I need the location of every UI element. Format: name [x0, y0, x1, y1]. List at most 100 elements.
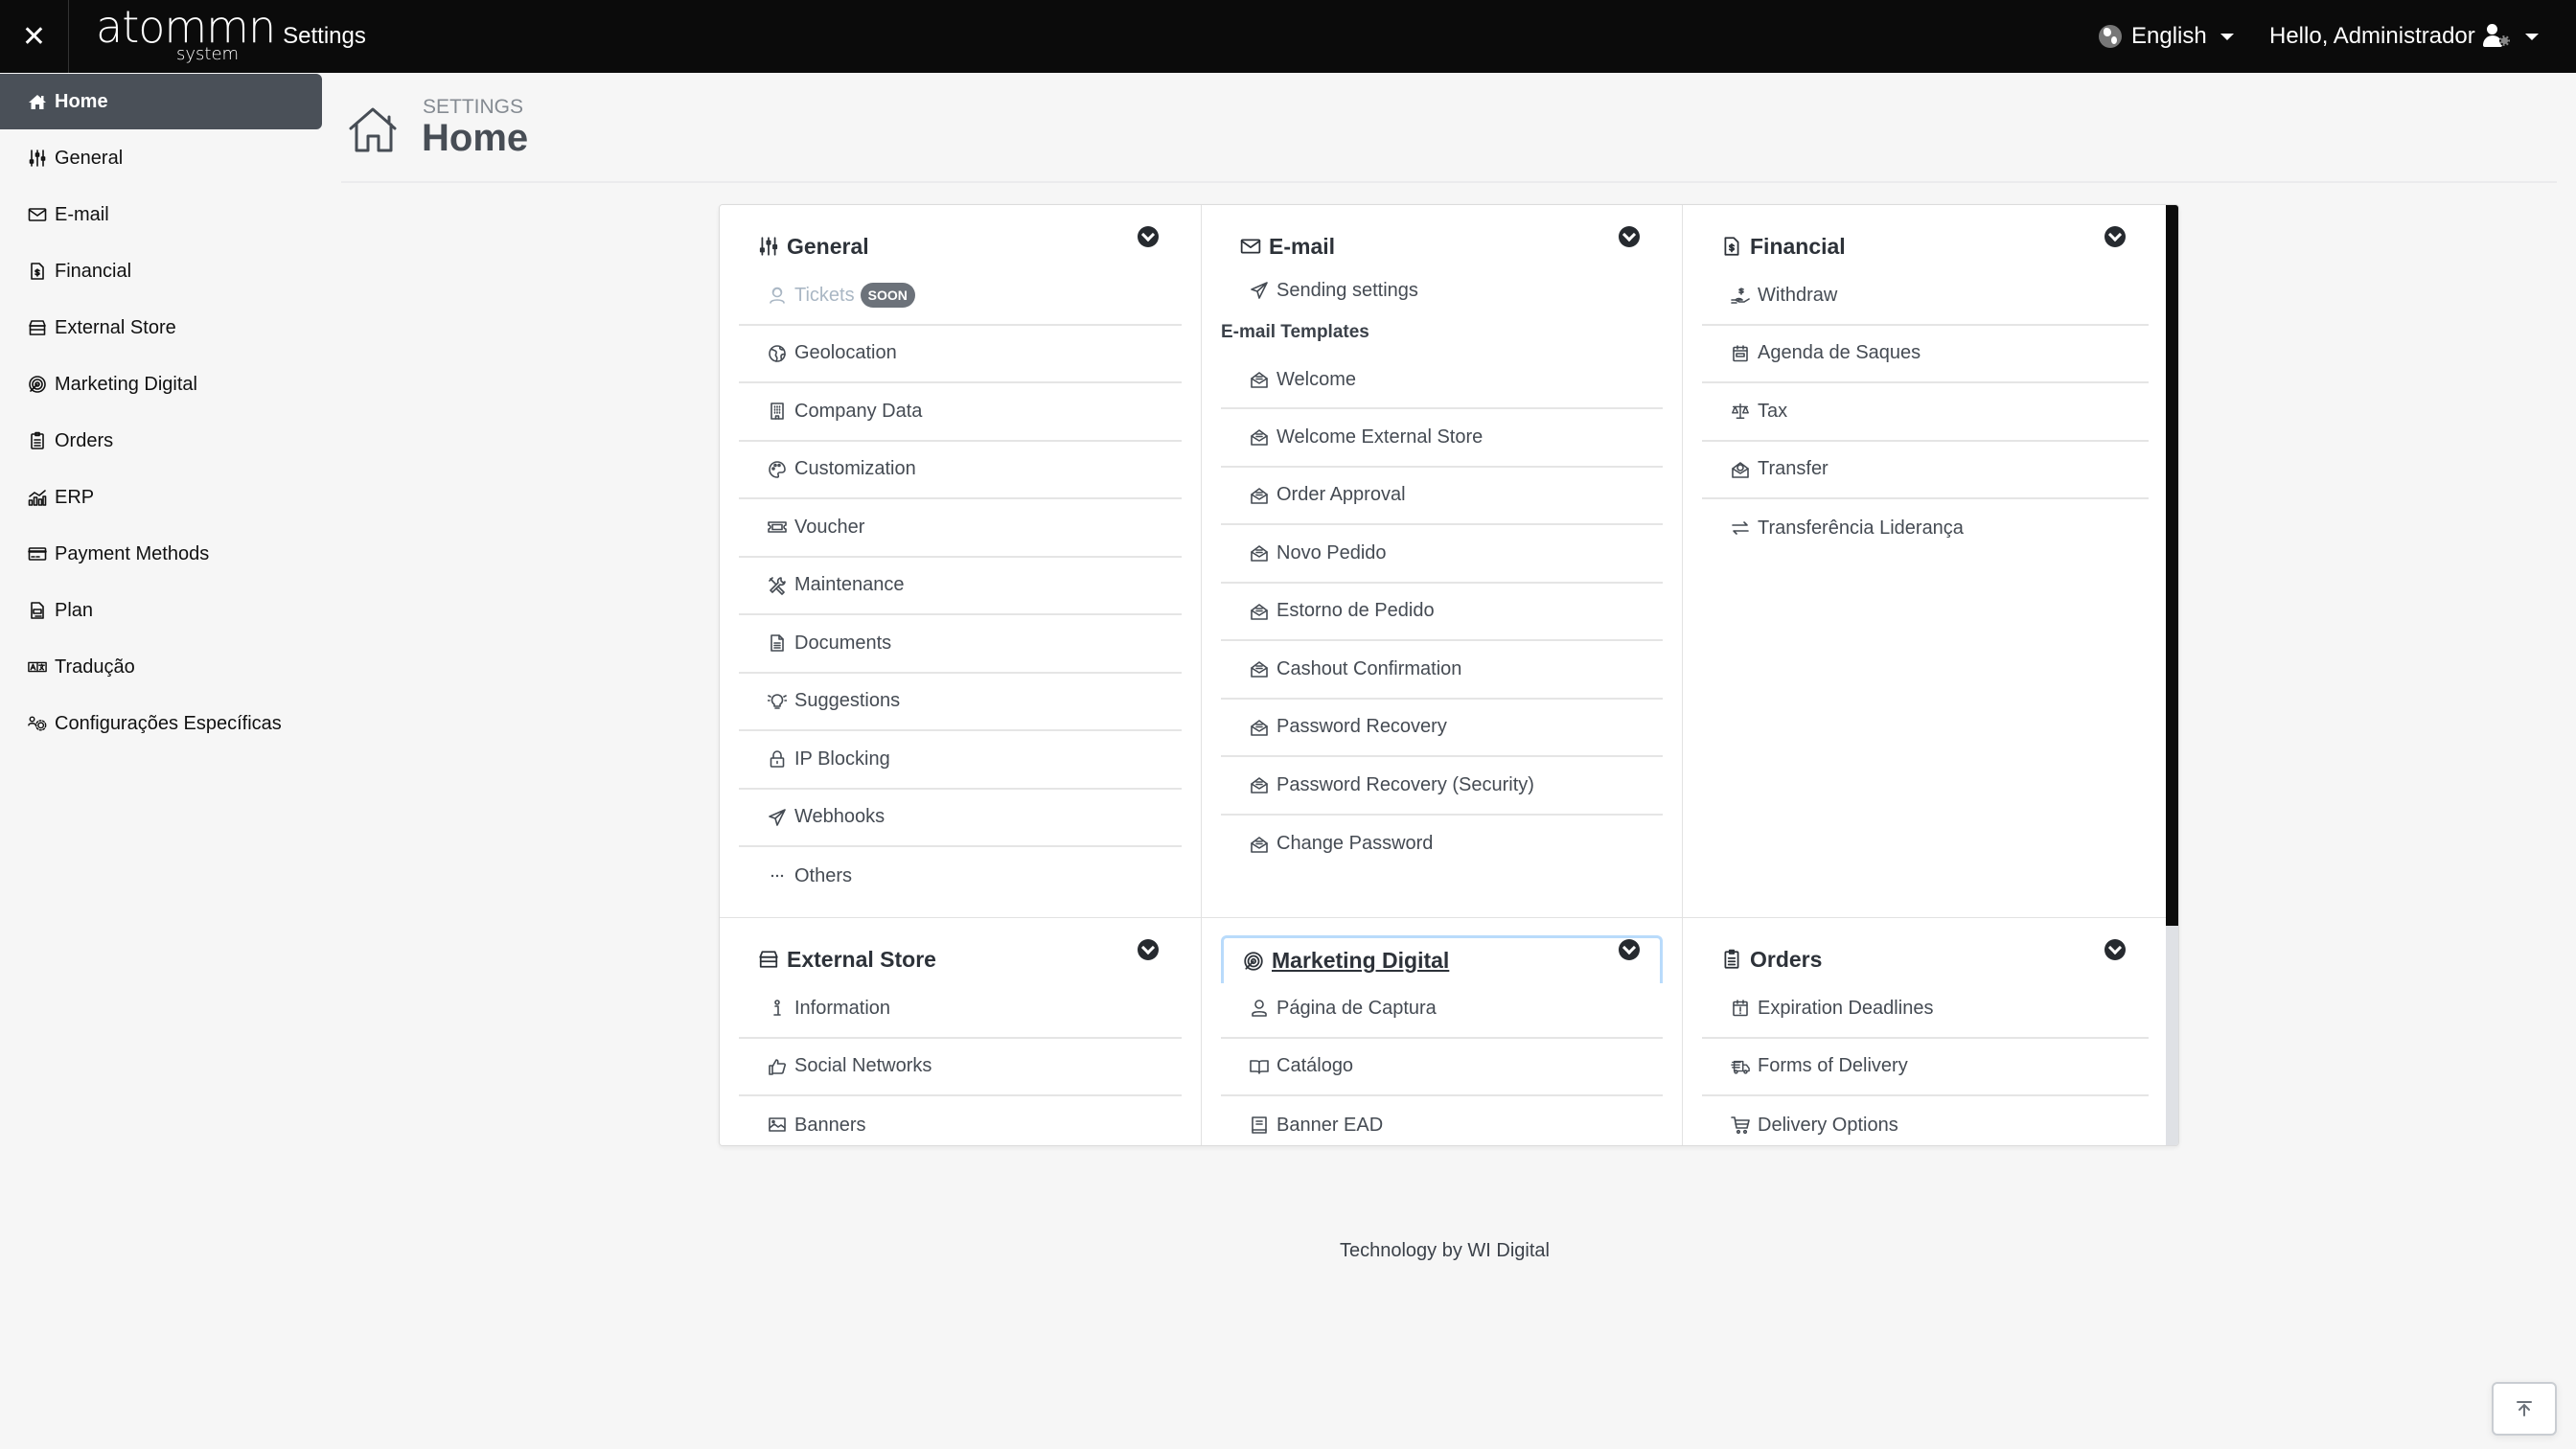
envelope-dollar-icon	[1731, 460, 1750, 479]
list-item-tickets: Tickets SOON	[739, 267, 1182, 326]
list-item-transfer[interactable]: Transfer	[1702, 442, 2149, 499]
list-item-sending-settings[interactable]: Sending settings	[1221, 267, 1663, 313]
list-item-label: Banner EAD	[1276, 1114, 1384, 1136]
card-header-external-store[interactable]: External Store	[739, 935, 1182, 983]
lightbulb-icon	[768, 692, 787, 711]
sidebar-item-label: Configurações Específicas	[55, 712, 282, 734]
list-item-suggestions[interactable]: Suggestions	[739, 674, 1182, 731]
list-item-template[interactable]: Welcome	[1221, 352, 1663, 409]
globe-icon	[768, 344, 787, 363]
card-header-email[interactable]: E-mail	[1221, 222, 1663, 270]
card-title: External Store	[787, 946, 936, 972]
list-item-voucher[interactable]: Voucher	[739, 499, 1182, 558]
sidebar-item-home[interactable]: Home	[0, 74, 322, 129]
sidebar-item-orders[interactable]: Orders	[0, 413, 322, 469]
list-item-template[interactable]: Welcome External Store	[1221, 409, 1663, 468]
list-item-maintenance[interactable]: Maintenance	[739, 558, 1182, 615]
list-item-template[interactable]: Order Approval	[1221, 468, 1663, 525]
credit-card-icon	[27, 544, 48, 564]
list-item-label: Change Password	[1276, 833, 1434, 855]
list-item-company-data[interactable]: Company Data	[739, 383, 1182, 442]
language-dropdown[interactable]: English	[2099, 0, 2234, 73]
collapse-toggle-icon[interactable]	[1138, 939, 1159, 960]
sidebar-item-payment-methods[interactable]: Payment Methods	[0, 526, 322, 582]
list-item-template[interactable]: Novo Pedido	[1221, 525, 1663, 584]
collapse-toggle-icon[interactable]	[2104, 939, 2126, 960]
card-header-marketing-digital[interactable]: Marketing Digital	[1221, 935, 1663, 983]
list-item-label: Cashout Confirmation	[1276, 657, 1462, 679]
list-item-geolocation[interactable]: Geolocation	[739, 326, 1182, 383]
list-item-withdraw[interactable]: Withdraw	[1702, 267, 2149, 326]
list-item-template[interactable]: Estorno de Pedido	[1221, 584, 1663, 641]
list-item-template[interactable]: Change Password	[1221, 816, 1663, 874]
sidebar-item-configuracoes-especificas[interactable]: Configurações Específicas	[0, 696, 322, 751]
sidebar-item-label: Tradução	[55, 656, 135, 678]
invoice-dollar-icon	[1721, 236, 1742, 257]
collapse-toggle-icon[interactable]	[1138, 226, 1159, 247]
document-icon	[27, 601, 48, 620]
list-item-label: Novo Pedido	[1276, 541, 1387, 564]
sidebar-item-external-store[interactable]: External Store	[0, 300, 322, 356]
list-item-banner-ead[interactable]: Banner EAD	[1221, 1096, 1663, 1145]
close-sidebar-button[interactable]: ✕	[0, 0, 69, 73]
list-item-others[interactable]: Others	[739, 847, 1182, 906]
list-item-documents[interactable]: Documents	[739, 615, 1182, 674]
list-item-information[interactable]: Information	[739, 980, 1182, 1039]
sidebar-item-financial[interactable]: Financial	[0, 243, 322, 299]
sidebar-item-traducao[interactable]: Tradução	[0, 639, 322, 695]
collapse-toggle-icon[interactable]	[2104, 226, 2126, 247]
card-title: General	[787, 233, 869, 259]
list-item-transferencia-lideranca[interactable]: Transferência Liderança	[1702, 499, 2149, 558]
sidebar-item-email[interactable]: E-mail	[0, 187, 322, 242]
list-item-template[interactable]: Password Recovery (Security)	[1221, 757, 1663, 816]
list-item-expiration-deadlines[interactable]: Expiration Deadlines	[1702, 980, 2149, 1039]
list-item-label: Sending settings	[1276, 279, 1418, 301]
back-to-top-button[interactable]	[2492, 1382, 2557, 1436]
sidebar-item-plan[interactable]: Plan	[0, 583, 322, 638]
list-item-template[interactable]: Cashout Confirmation	[1221, 641, 1663, 700]
list-item-template[interactable]: Password Recovery	[1221, 700, 1663, 757]
list-item-label: Voucher	[794, 516, 865, 538]
sidebar-item-general[interactable]: General	[0, 130, 322, 186]
truck-icon	[1731, 1057, 1750, 1076]
list-item-delivery-options[interactable]: Delivery Options	[1702, 1096, 2149, 1145]
cards-scrollbar[interactable]	[2166, 205, 2178, 1145]
footer-text: Technology by WI Digital	[1340, 1240, 1550, 1261]
envelope-open-icon	[1250, 543, 1269, 563]
list-item-label: Password Recovery	[1276, 716, 1447, 738]
list-item-forms-of-delivery[interactable]: Forms of Delivery	[1702, 1039, 2149, 1096]
list-item-social-networks[interactable]: Social Networks	[739, 1039, 1182, 1096]
calendar-alert-icon	[1731, 999, 1750, 1018]
logo[interactable]: atommn system Settings	[96, 5, 366, 65]
collapse-toggle-icon[interactable]	[1619, 226, 1640, 247]
cards-scrollbar-thumb[interactable]	[2166, 205, 2178, 926]
thumbs-up-icon	[768, 1057, 787, 1076]
list-item-label: Others	[794, 864, 853, 886]
list-item-pagina-de-captura[interactable]: Página de Captura	[1221, 980, 1663, 1039]
list-item-banners[interactable]: Banners	[739, 1096, 1182, 1145]
list-item-catalogo[interactable]: Catálogo	[1221, 1039, 1663, 1096]
users-gear-icon	[27, 714, 48, 733]
card-header-orders[interactable]: Orders	[1702, 935, 2149, 983]
list-item-ip-blocking[interactable]: IP Blocking	[739, 731, 1182, 790]
list-item-label: Delivery Options	[1758, 1114, 1898, 1136]
envelope-open-icon	[1250, 370, 1269, 389]
list-item-customization[interactable]: Customization	[739, 442, 1182, 499]
send-icon	[768, 808, 787, 827]
list-item-webhooks[interactable]: Webhooks	[739, 790, 1182, 847]
tools-icon	[768, 576, 787, 595]
sidebar-item-marketing-digital[interactable]: Marketing Digital	[0, 356, 322, 412]
sidebar-item-erp[interactable]: ERP	[0, 470, 322, 525]
card-header-general[interactable]: General	[739, 222, 1182, 270]
list-item-label: Password Recovery (Security)	[1276, 773, 1534, 795]
image-icon	[768, 1116, 787, 1135]
list-item-label: Banners	[794, 1114, 866, 1136]
card-header-financial[interactable]: Financial	[1702, 222, 2149, 270]
list-item-tax[interactable]: Tax	[1702, 383, 2149, 442]
list-item-label: Company Data	[794, 400, 923, 422]
list-item-agenda-de-saques[interactable]: Agenda de Saques	[1702, 326, 2149, 383]
user-menu-dropdown[interactable]: Hello, Administrador	[2269, 0, 2539, 73]
hand-dollar-icon	[1731, 286, 1750, 305]
send-icon	[1250, 281, 1269, 300]
collapse-toggle-icon[interactable]	[1619, 939, 1640, 960]
